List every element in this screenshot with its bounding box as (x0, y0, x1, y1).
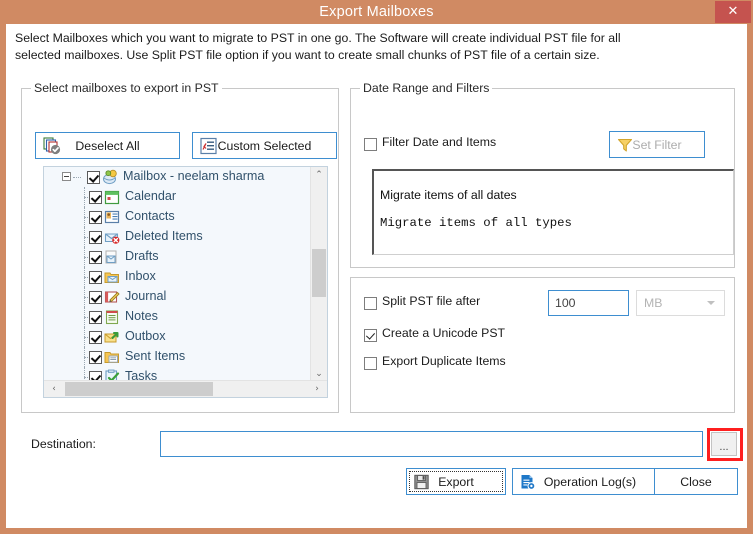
tree-label-drafts: Drafts (125, 249, 159, 263)
tree-label-sent-items: Sent Items (125, 349, 186, 363)
tree-row-contacts[interactable]: Contacts (44, 207, 312, 227)
sent-items-icon (104, 349, 120, 365)
date-range-groupbox-title: Date Range and Filters (360, 81, 493, 95)
scroll-right-icon[interactable]: › (309, 381, 325, 397)
tree-checkbox-notes[interactable] (89, 310, 102, 324)
tree-checkbox-calendar[interactable] (89, 190, 102, 204)
calendar-icon (104, 189, 120, 205)
tree-connector (73, 177, 81, 179)
destination-input[interactable] (160, 431, 703, 457)
tree-checkbox-drafts[interactable] (89, 250, 102, 264)
mailbox-icon (102, 169, 118, 185)
tree-checkbox-root[interactable] (87, 170, 100, 184)
split-pst-label: Split PST file after (382, 294, 481, 308)
filter-summary-dates: Migrate items of all dates (380, 188, 517, 202)
deleted-items-icon (104, 229, 120, 245)
tree-row-journal[interactable]: Journal (44, 287, 312, 307)
tree-row-root[interactable]: Mailbox - neelam sharma (44, 167, 312, 187)
dialog-title: Export Mailboxes (319, 4, 434, 20)
filter-date-items-label: Filter Date and Items (382, 135, 497, 149)
custom-selected-label: Custom Selected (217, 138, 312, 153)
split-pst-checkbox[interactable] (364, 297, 377, 310)
create-unicode-pst-checkbox[interactable] (364, 329, 377, 342)
dialog-client-area: Select Mailboxes which you want to migra… (6, 24, 747, 528)
custom-selected-icon (200, 137, 217, 154)
tree-row-calendar[interactable]: Calendar (44, 187, 312, 207)
tree-row-notes[interactable]: Notes (44, 307, 312, 327)
tree-label-notes: Notes (125, 309, 158, 323)
browse-destination-button[interactable]: ... (711, 432, 737, 456)
save-icon (414, 474, 429, 489)
split-unit-value: MB (644, 296, 663, 310)
mailboxes-groupbox-title: Select mailboxes to export in PST (31, 81, 222, 95)
tree-checkbox-outbox[interactable] (89, 330, 102, 344)
tree-row-sent-items[interactable]: Sent Items (44, 347, 312, 367)
filter-date-items-checkbox[interactable] (364, 138, 377, 151)
operation-logs-button[interactable]: Operation Log(s) (512, 468, 668, 495)
split-size-value: 100 (555, 295, 576, 310)
filter-summary-types: Migrate items of all types (380, 216, 572, 230)
close-dialog-button[interactable]: Close (654, 468, 738, 495)
tree-horizontal-scrollbar[interactable]: ‹ › (44, 380, 327, 397)
tree-label-inbox: Inbox (125, 269, 156, 283)
tree-checkbox-journal[interactable] (89, 290, 102, 304)
split-size-input[interactable]: 100 (548, 290, 629, 316)
destination-label: Destination: (31, 437, 96, 451)
tree-label-calendar: Calendar (125, 189, 177, 203)
create-unicode-pst-label: Create a Unicode PST (382, 326, 506, 340)
scroll-up-icon[interactable]: ⌃ (311, 167, 327, 183)
close-window-button[interactable]: ✕ (715, 1, 751, 23)
operation-logs-label: Operation Log(s) (543, 474, 637, 489)
set-filter-button[interactable]: Set Filter (609, 131, 705, 158)
tree-checkbox-contacts[interactable] (89, 210, 102, 224)
tree-expander-root[interactable] (62, 172, 71, 181)
set-filter-label: Set Filter (632, 137, 682, 152)
tree-row-inbox[interactable]: Inbox (44, 267, 312, 287)
export-mailboxes-dialog: Export Mailboxes ✕ Select Mailboxes whic… (0, 0, 753, 534)
tree-label-outbox: Outbox (125, 329, 166, 343)
horizontal-scroll-thumb[interactable] (65, 382, 213, 396)
deselect-all-label: Deselect All (75, 138, 140, 153)
funnel-icon (617, 137, 633, 153)
tree-row-drafts[interactable]: Drafts (44, 247, 312, 267)
mailbox-tree-content: Mailbox - neelam sharma Calendar Contact… (44, 167, 312, 382)
vertical-scroll-thumb[interactable] (312, 249, 326, 297)
close-dialog-label: Close (680, 474, 712, 489)
filter-summary-box: Migrate items of all dates Migrate items… (372, 169, 734, 255)
drafts-icon (104, 249, 120, 265)
operation-log-icon (520, 474, 536, 490)
tree-label-root: Mailbox - neelam sharma (123, 169, 265, 183)
title-bar: Export Mailboxes ✕ (0, 0, 753, 24)
mailbox-tree[interactable]: Mailbox - neelam sharma Calendar Contact… (43, 166, 328, 398)
export-button[interactable]: Export (406, 468, 506, 495)
tree-label-deleted-items: Deleted Items (125, 229, 203, 243)
tree-label-journal: Journal (125, 289, 167, 303)
export-duplicate-items-label: Export Duplicate Items (382, 354, 506, 368)
tree-label-contacts: Contacts (125, 209, 175, 223)
outbox-icon (104, 329, 120, 345)
tree-vertical-scrollbar[interactable]: ⌃ ⌄ (310, 167, 327, 382)
deselect-all-icon (43, 136, 61, 155)
custom-selected-button[interactable]: Custom Selected (192, 132, 337, 159)
inbox-icon (104, 269, 120, 285)
tree-row-outbox[interactable]: Outbox (44, 327, 312, 347)
deselect-all-button[interactable]: Deselect All (35, 132, 180, 159)
tree-row-deleted-items[interactable]: Deleted Items (44, 227, 312, 247)
notes-icon (104, 309, 120, 325)
split-unit-dropdown[interactable]: MB (636, 290, 725, 316)
export-duplicate-items-checkbox[interactable] (364, 357, 377, 370)
chevron-down-icon (707, 301, 715, 305)
tree-checkbox-deleted-items[interactable] (89, 230, 102, 244)
contacts-icon (104, 209, 120, 225)
intro-description: Select Mailboxes which you want to migra… (15, 31, 621, 62)
tree-checkbox-sent-items[interactable] (89, 350, 102, 364)
scroll-left-icon[interactable]: ‹ (46, 381, 62, 397)
tree-checkbox-inbox[interactable] (89, 270, 102, 284)
journal-icon (104, 289, 120, 305)
